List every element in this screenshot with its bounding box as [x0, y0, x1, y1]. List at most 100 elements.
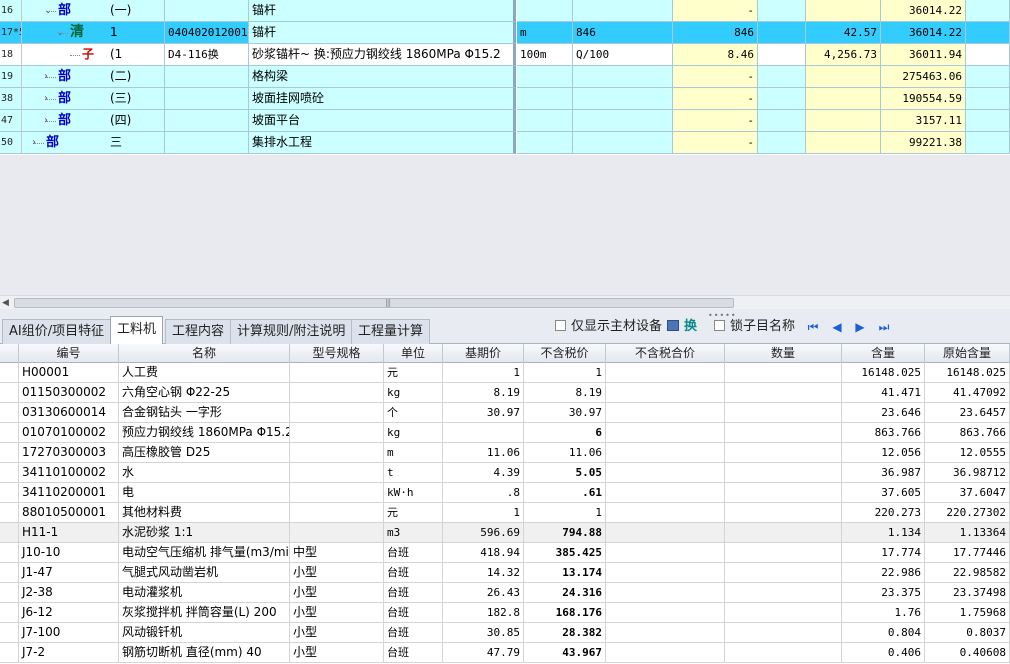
amount-excl-tax-cell[interactable]	[606, 403, 725, 423]
content-cell[interactable]: 220.273	[842, 503, 925, 523]
bill-tree-grid[interactable]: 16⌄部(一) 锚杆 - 36014.22 17*5⌄清1040402012001锚杆m…	[0, 0, 1010, 155]
total-price-cell[interactable]: 36011.94	[881, 44, 966, 66]
bill-row[interactable]: 17*5⌄清1040402012001锚杆m84684642.5736014.2…	[0, 22, 1010, 44]
unit-cell[interactable]: m	[517, 22, 573, 44]
blank-cell[interactable]	[966, 44, 1010, 66]
material-unit-cell[interactable]: kg	[384, 383, 443, 403]
material-unit-cell[interactable]: 台班	[384, 543, 443, 563]
price-excl-tax-cell[interactable]: 1	[524, 503, 606, 523]
next-record-icon[interactable]: ▶	[852, 318, 868, 336]
material-unit-cell[interactable]: 台班	[384, 643, 443, 663]
material-name-cell[interactable]: 钢筋切断机 直径(mm) 40	[119, 643, 290, 663]
tree-cell[interactable]: › 部	[22, 66, 107, 88]
code-cell[interactable]: (1	[107, 44, 165, 66]
content-cell[interactable]: 1.76	[842, 603, 925, 623]
blank-cell[interactable]	[758, 0, 806, 22]
content-cell[interactable]: 863.766	[842, 423, 925, 443]
row-selector[interactable]	[0, 463, 19, 483]
header-unit[interactable]: 单位	[384, 344, 443, 363]
material-name-cell[interactable]: 预应力钢绞线 1860MPa Φ15.2	[119, 423, 290, 443]
price-excl-tax-cell[interactable]: 5.05	[524, 463, 606, 483]
price-excl-tax-cell[interactable]: 11.06	[524, 443, 606, 463]
table-row[interactable]: J6-12 灰浆搅拌机 拌筒容量(L) 200 小型 台班 182.8 168.176 1.…	[0, 603, 1010, 623]
material-spec-cell[interactable]	[290, 503, 384, 523]
material-code-cell[interactable]: H00001	[19, 363, 119, 383]
prev-record-icon[interactable]: ◀	[829, 318, 845, 336]
checkbox-icon[interactable]	[555, 320, 566, 331]
original-content-cell[interactable]: 1.13364	[925, 523, 1010, 543]
quantity-expression-cell[interactable]	[573, 132, 673, 154]
amount-excl-tax-cell[interactable]	[606, 443, 725, 463]
total-price-cell[interactable]: 99221.38	[881, 132, 966, 154]
checkbox-icon[interactable]	[714, 320, 725, 331]
material-spec-cell[interactable]	[290, 383, 384, 403]
header-name[interactable]: 名称	[119, 344, 290, 363]
material-name-cell[interactable]: 人工费	[119, 363, 290, 383]
original-content-cell[interactable]: 220.27302	[925, 503, 1010, 523]
content-cell[interactable]: 0.406	[842, 643, 925, 663]
table-row[interactable]: H00001 人工费元 1 1 16148.025 16148.025	[0, 363, 1010, 383]
quantity-expression-cell[interactable]: 846	[573, 22, 673, 44]
tab-ai-pricing[interactable]: AI组价/项目特征	[2, 319, 112, 344]
material-code-cell[interactable]: 34110200001	[19, 483, 119, 503]
total-price-cell[interactable]: 3157.11	[881, 110, 966, 132]
bill-row[interactable]: 18 子 (1 D4-116换 砂浆锚杆~ 换:预应力钢绞线 1860MPa Φ15.2…	[0, 44, 1010, 66]
row-selector[interactable]	[0, 623, 19, 643]
scroll-left-icon[interactable]: ◀	[2, 296, 9, 310]
content-cell[interactable]: 12.056	[842, 443, 925, 463]
tab-labor-materials[interactable]: 工料机	[110, 316, 164, 344]
original-content-cell[interactable]: 23.6457	[925, 403, 1010, 423]
table-row[interactable]: 01070100002 预应力钢绞线 1860MPa Φ15.2 kg 6 863.76…	[0, 423, 1010, 443]
content-cell[interactable]: 37.605	[842, 483, 925, 503]
amount-excl-tax-cell[interactable]	[606, 423, 725, 443]
quantity-cell[interactable]	[725, 583, 842, 603]
name-cell[interactable]: 锚杆	[249, 22, 516, 44]
quantity-cell[interactable]	[725, 443, 842, 463]
name-cell[interactable]: 坡面挂网喷砼	[249, 88, 516, 110]
tree-cell[interactable]: ⌄ 部	[22, 0, 107, 22]
content-cell[interactable]: 22.986	[842, 563, 925, 583]
base-price-cell[interactable]: 26.43	[443, 583, 524, 603]
price-excl-tax-cell[interactable]: 385.425	[524, 543, 606, 563]
material-name-cell[interactable]: 六角空心钢 Φ22-25	[119, 383, 290, 403]
code-cell[interactable]: (四)	[107, 110, 165, 132]
amount-excl-tax-cell[interactable]	[606, 523, 725, 543]
horizontal-scrollbar[interactable]: ◀ |||	[0, 295, 1010, 309]
amount-excl-tax-cell[interactable]	[606, 543, 725, 563]
blank-cell[interactable]	[966, 0, 1010, 22]
original-content-cell[interactable]: 12.0555	[925, 443, 1010, 463]
material-name-cell[interactable]: 气腿式风动凿岩机	[119, 563, 290, 583]
material-code-cell[interactable]: 34110100002	[19, 463, 119, 483]
material-code-cell[interactable]: 01150300002	[19, 383, 119, 403]
material-unit-cell[interactable]: 个	[384, 403, 443, 423]
table-row[interactable]: 34110100002 水 t 4.39 5.05 36.987 36.98712	[0, 463, 1010, 483]
base-price-cell[interactable]: 1	[443, 363, 524, 383]
quantity-cell[interactable]: 8.46	[673, 44, 758, 66]
material-unit-cell[interactable]: kW·h	[384, 483, 443, 503]
header-spec[interactable]: 型号规格	[290, 344, 384, 363]
code-cell[interactable]: 三	[107, 132, 165, 154]
material-spec-cell[interactable]	[290, 363, 384, 383]
unit-cell[interactable]: 100m	[517, 44, 573, 66]
row-selector[interactable]	[0, 483, 19, 503]
content-cell[interactable]: 41.471	[842, 383, 925, 403]
row-selector[interactable]	[0, 503, 19, 523]
material-code-cell[interactable]: 03130600014	[19, 403, 119, 423]
total-price-cell[interactable]: 36014.22	[881, 22, 966, 44]
table-row[interactable]: 88010500001 其他材料费元 1 1 220.273 220.27302	[0, 503, 1010, 523]
unit-cell[interactable]	[517, 66, 573, 88]
table-row[interactable]: 01150300002 六角空心钢 Φ22-25 kg 8.19 8.19 41.471 4…	[0, 383, 1010, 403]
material-name-cell[interactable]: 电动空气压缩机 排气量(m3/min	[119, 543, 290, 563]
material-code-cell[interactable]: J1-47	[19, 563, 119, 583]
tree-cell[interactable]: › 部	[22, 110, 107, 132]
material-code-cell[interactable]: J6-12	[19, 603, 119, 623]
row-selector[interactable]	[0, 363, 19, 383]
material-spec-cell[interactable]	[290, 443, 384, 463]
number-cell[interactable]	[165, 132, 249, 154]
first-record-icon[interactable]: ⏮	[805, 318, 821, 336]
blank-cell[interactable]	[966, 66, 1010, 88]
material-unit-cell[interactable]: 元	[384, 363, 443, 383]
code-cell[interactable]: 1	[107, 22, 165, 44]
unit-price-cell[interactable]	[806, 110, 881, 132]
original-content-cell[interactable]: 16148.025	[925, 363, 1010, 383]
